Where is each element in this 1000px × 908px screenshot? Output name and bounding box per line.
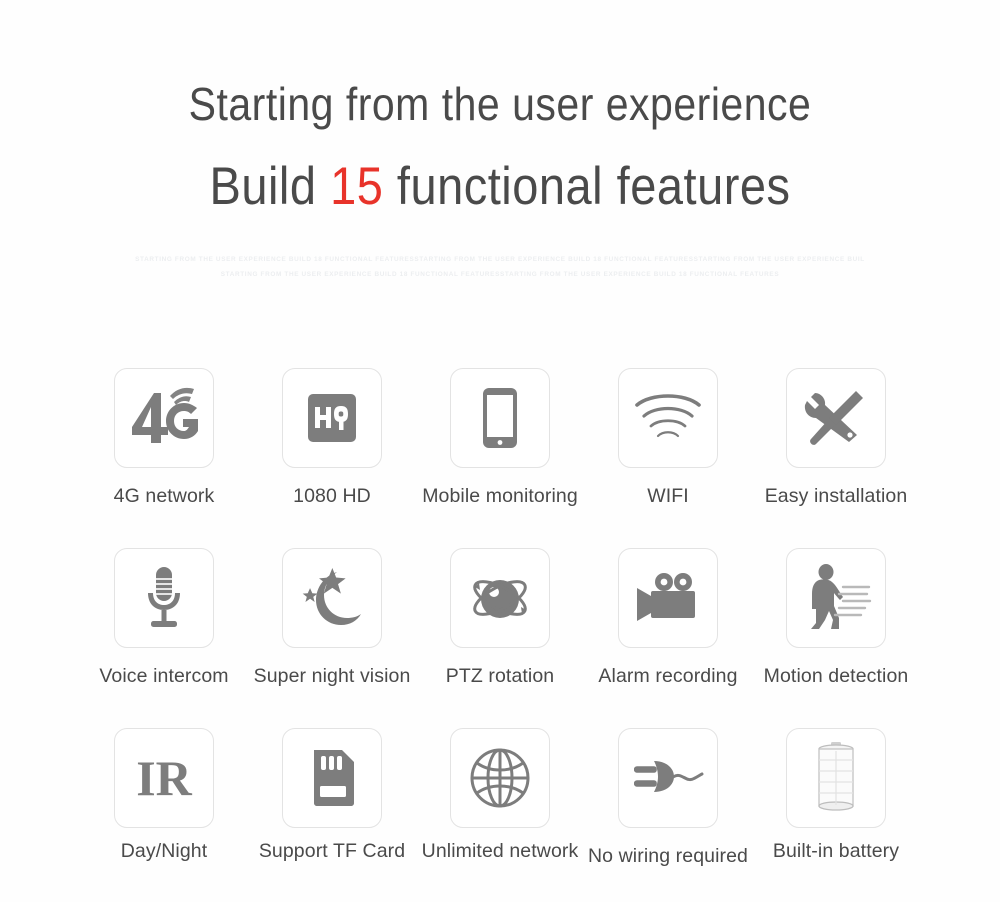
feature-tile xyxy=(450,548,550,648)
feature-label: Motion detection xyxy=(763,665,909,687)
feature-tile xyxy=(282,368,382,468)
4g-network-icon xyxy=(132,387,198,443)
ir-text-icon: IR xyxy=(136,750,192,806)
feature-item-day-night[interactable]: IR Day/Night xyxy=(80,728,248,863)
feature-label: Super night vision xyxy=(253,665,411,687)
feature-tile xyxy=(786,368,886,468)
feature-label: Alarm recording xyxy=(598,665,738,687)
decorative-microtext: STARTING FROM THE USER EXPERIENCE BUILD … xyxy=(0,252,1000,282)
microphone-icon xyxy=(148,567,180,627)
orbit-sphere-icon xyxy=(473,580,527,618)
feature-tile xyxy=(618,548,718,648)
microtext-line-1: STARTING FROM THE USER EXPERIENCE BUILD … xyxy=(135,256,865,263)
feature-tile xyxy=(450,728,550,828)
feature-item-4g-network[interactable]: 4G network xyxy=(80,368,248,508)
heading-block: Starting from the user experience Build … xyxy=(0,0,1000,211)
feature-item-support-tf-card[interactable]: Support TF Card xyxy=(248,728,416,863)
feature-item-easy-installation[interactable]: Easy installation xyxy=(752,368,920,508)
feature-item-alarm-recording[interactable]: Alarm recording xyxy=(584,548,752,688)
feature-count: 15 xyxy=(330,155,384,215)
subtitle-suffix: functional features xyxy=(383,155,791,215)
microtext-line-2: STARTING FROM THE USER EXPERIENCE BUILD … xyxy=(220,271,780,278)
feature-item-no-wiring-required[interactable]: No wiring required xyxy=(584,728,752,868)
feature-label: WIFI xyxy=(647,485,689,507)
tools-icon xyxy=(804,391,863,445)
feature-label: No wiring required xyxy=(587,845,749,867)
movie-camera-icon xyxy=(637,573,695,621)
feature-item-built-in-battery[interactable]: Built-in battery xyxy=(752,728,920,863)
feature-item-wifi[interactable]: WIFI xyxy=(584,368,752,508)
feature-item-voice-intercom[interactable]: Voice intercom xyxy=(80,548,248,688)
feature-tile: IR xyxy=(114,728,214,828)
feature-tile xyxy=(450,368,550,468)
feature-item-1080-hd[interactable]: 1080 HD xyxy=(248,368,416,508)
svg-text:IR: IR xyxy=(136,750,192,806)
feature-overview-page: Starting from the user experience Build … xyxy=(0,0,1000,902)
feature-label: Built-in battery xyxy=(772,840,900,862)
walking-person-icon xyxy=(811,564,872,629)
feature-row: 4G network 1080 HD Mobile monitoring WIF… xyxy=(0,368,1000,548)
sd-card-icon xyxy=(314,750,354,806)
feature-label: PTZ rotation xyxy=(445,665,555,687)
feature-label: Voice intercom xyxy=(99,665,229,687)
feature-tile xyxy=(786,548,886,648)
hq-video-icon xyxy=(308,394,356,442)
feature-tile xyxy=(618,728,718,828)
feature-tile xyxy=(114,368,214,468)
subtitle-prefix: Build xyxy=(209,155,331,215)
feature-label: Easy installation xyxy=(764,485,908,507)
feature-label: Support TF Card xyxy=(258,840,406,862)
globe-icon xyxy=(470,748,530,808)
smartphone-icon xyxy=(483,388,517,448)
power-plug-icon xyxy=(634,761,704,792)
page-title: Starting from the user experience xyxy=(188,78,812,131)
feature-label: 4G network xyxy=(113,485,215,507)
feature-item-super-night-vision[interactable]: Super night vision xyxy=(248,548,416,688)
feature-row: Voice intercom Super night vision PTZ ro… xyxy=(0,548,1000,728)
page-subtitle: Build 15 functional features xyxy=(0,159,1000,212)
feature-item-unlimited-network[interactable]: Unlimited network xyxy=(416,728,584,863)
feature-grid: 4G network 1080 HD Mobile monitoring WIF… xyxy=(0,368,1000,908)
feature-tile xyxy=(786,728,886,828)
feature-item-mobile-monitoring[interactable]: Mobile monitoring xyxy=(416,368,584,508)
feature-label: Mobile monitoring xyxy=(422,485,578,507)
feature-tile xyxy=(282,728,382,828)
feature-row: IR Day/Night Support TF Card Unlimited n… xyxy=(0,728,1000,908)
feature-tile xyxy=(282,548,382,648)
feature-item-ptz-rotation[interactable]: PTZ rotation xyxy=(416,548,584,688)
feature-tile xyxy=(114,548,214,648)
feature-label: Day/Night xyxy=(120,840,208,862)
feature-label: Unlimited network xyxy=(421,840,579,862)
feature-tile xyxy=(618,368,718,468)
feature-label: 1080 HD xyxy=(293,485,371,507)
feature-item-motion-detection[interactable]: Motion detection xyxy=(752,548,920,688)
moon-stars-icon xyxy=(302,567,361,625)
battery-cell-icon xyxy=(818,742,854,811)
wifi-icon xyxy=(635,394,701,438)
